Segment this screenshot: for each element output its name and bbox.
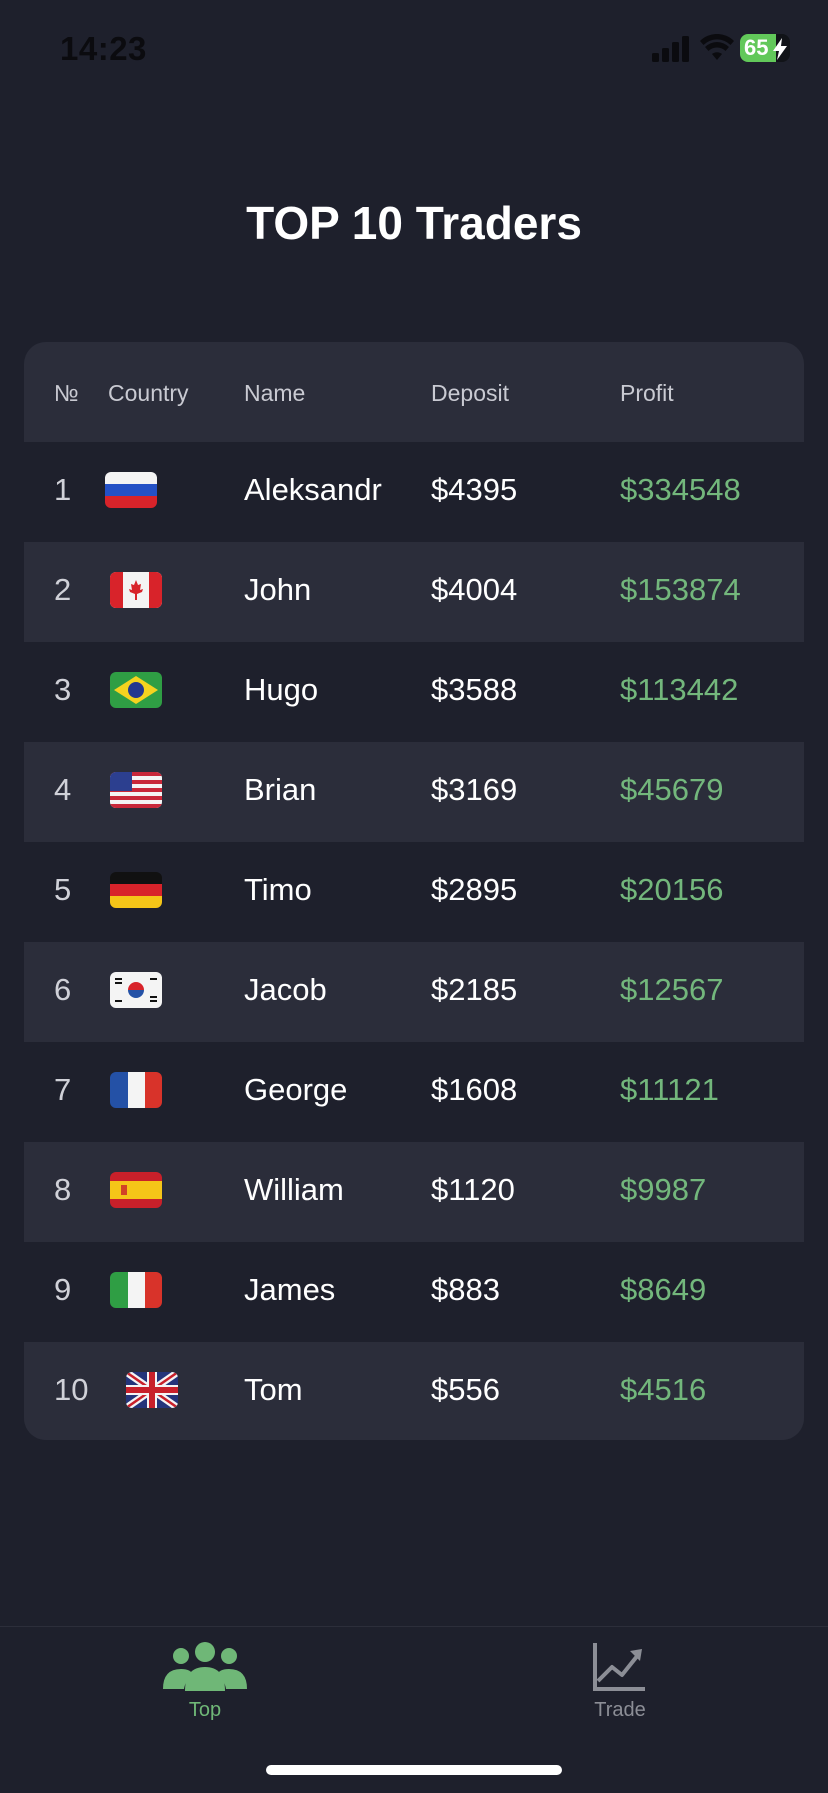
status-bar: 14:23 65 — [0, 0, 828, 100]
people-group-icon — [163, 1642, 247, 1691]
deposit-cell: $4395 — [431, 472, 518, 507]
rank-cell: 5 — [54, 872, 72, 907]
home-indicator[interactable] — [266, 1765, 562, 1775]
cellular-signal-icon — [652, 36, 689, 62]
tab-top-label: Top — [188, 1699, 222, 1721]
table-row[interactable]: 3 Hugo $3588 $113442 — [24, 642, 804, 742]
name-cell: Timo — [244, 872, 312, 907]
profit-cell: $9987 — [620, 1172, 707, 1207]
table-row[interactable]: 6 Jacob $2185 $12567 — [24, 942, 804, 1042]
table-row[interactable]: 4 Brian $3169 $45679 — [24, 742, 804, 842]
profit-cell: $45679 — [620, 772, 724, 807]
name-cell: Aleksandr — [244, 472, 382, 507]
deposit-cell: $556 — [431, 1372, 500, 1407]
table-row[interactable]: 1 Aleksandr $4395 $334548 — [24, 442, 804, 542]
header-rank: № — [54, 380, 79, 406]
tab-trade[interactable]: Trade — [520, 1627, 720, 1747]
charging-bolt-icon — [773, 38, 787, 60]
rank-cell: 6 — [54, 972, 72, 1007]
profit-cell: $113442 — [620, 672, 739, 707]
table-row[interactable]: 5 Timo $2895 $20156 — [24, 842, 804, 942]
south-korea-flag-icon — [110, 972, 162, 1008]
trend-chart-icon — [593, 1643, 645, 1691]
profit-cell: $4516 — [620, 1372, 707, 1407]
italy-flag-icon — [110, 1272, 162, 1308]
deposit-cell: $2185 — [431, 972, 518, 1007]
header-name: Name — [244, 380, 306, 406]
france-flag-icon — [110, 1072, 162, 1108]
name-cell: John — [244, 572, 312, 607]
name-cell: Jacob — [244, 972, 327, 1007]
deposit-cell: $4004 — [431, 572, 518, 607]
name-cell: Brian — [244, 772, 317, 807]
brazil-flag-icon — [110, 672, 162, 708]
canada-flag-icon — [110, 572, 162, 608]
table-row[interactable]: 2 John $4004 $153874 — [24, 542, 804, 642]
tab-trade-label: Trade — [594, 1699, 646, 1721]
deposit-cell: $3169 — [431, 772, 518, 807]
table-header: № Country Name Deposit Profit — [24, 342, 804, 442]
profit-cell: $8649 — [620, 1272, 707, 1307]
tab-top[interactable]: Top — [105, 1627, 305, 1747]
table-row[interactable]: 8 William $1120 $9987 — [24, 1142, 804, 1242]
uk-flag-icon — [126, 1372, 178, 1408]
russia-flag-icon — [105, 472, 157, 508]
rank-cell: 1 — [54, 472, 72, 507]
profit-cell: $11121 — [620, 1072, 719, 1107]
deposit-cell: $3588 — [431, 672, 518, 707]
rank-cell: 3 — [54, 672, 72, 707]
table-row[interactable]: 9 James $883 $8649 — [24, 1242, 804, 1342]
profit-cell: $12567 — [620, 972, 724, 1007]
rank-cell: 10 — [54, 1372, 89, 1407]
rank-cell: 4 — [54, 772, 72, 807]
name-cell: Hugo — [244, 672, 319, 707]
status-time: 14:23 — [60, 30, 147, 67]
profit-cell: $334548 — [620, 472, 741, 507]
rank-cell: 8 — [54, 1172, 72, 1207]
table-row[interactable]: 10 Tom $556 $4516 — [24, 1342, 804, 1440]
page-title: TOP 10 Traders — [246, 197, 582, 249]
header-country: Country — [108, 380, 189, 406]
table-row[interactable]: 7 George $1608 $11121 — [24, 1042, 804, 1142]
deposit-cell: $2895 — [431, 872, 518, 907]
header-deposit: Deposit — [431, 380, 509, 406]
name-cell: Tom — [244, 1372, 303, 1407]
battery-level: 65 — [744, 35, 769, 60]
header-profit: Profit — [620, 380, 674, 406]
traders-table: № Country Name Deposit Profit 1 Aleksand… — [24, 342, 804, 1440]
rank-cell: 7 — [54, 1072, 72, 1107]
deposit-cell: $1608 — [431, 1072, 518, 1107]
profit-cell: $20156 — [620, 872, 724, 907]
wifi-icon — [700, 34, 734, 60]
deposit-cell: $1120 — [431, 1172, 515, 1207]
name-cell: William — [244, 1172, 344, 1207]
rank-cell: 2 — [54, 572, 72, 607]
deposit-cell: $883 — [431, 1272, 500, 1307]
spain-flag-icon — [110, 1172, 162, 1208]
name-cell: James — [244, 1272, 336, 1307]
usa-flag-icon — [110, 772, 162, 808]
name-cell: George — [244, 1072, 348, 1107]
germany-flag-icon — [110, 872, 162, 908]
rank-cell: 9 — [54, 1272, 72, 1307]
profit-cell: $153874 — [620, 572, 741, 607]
